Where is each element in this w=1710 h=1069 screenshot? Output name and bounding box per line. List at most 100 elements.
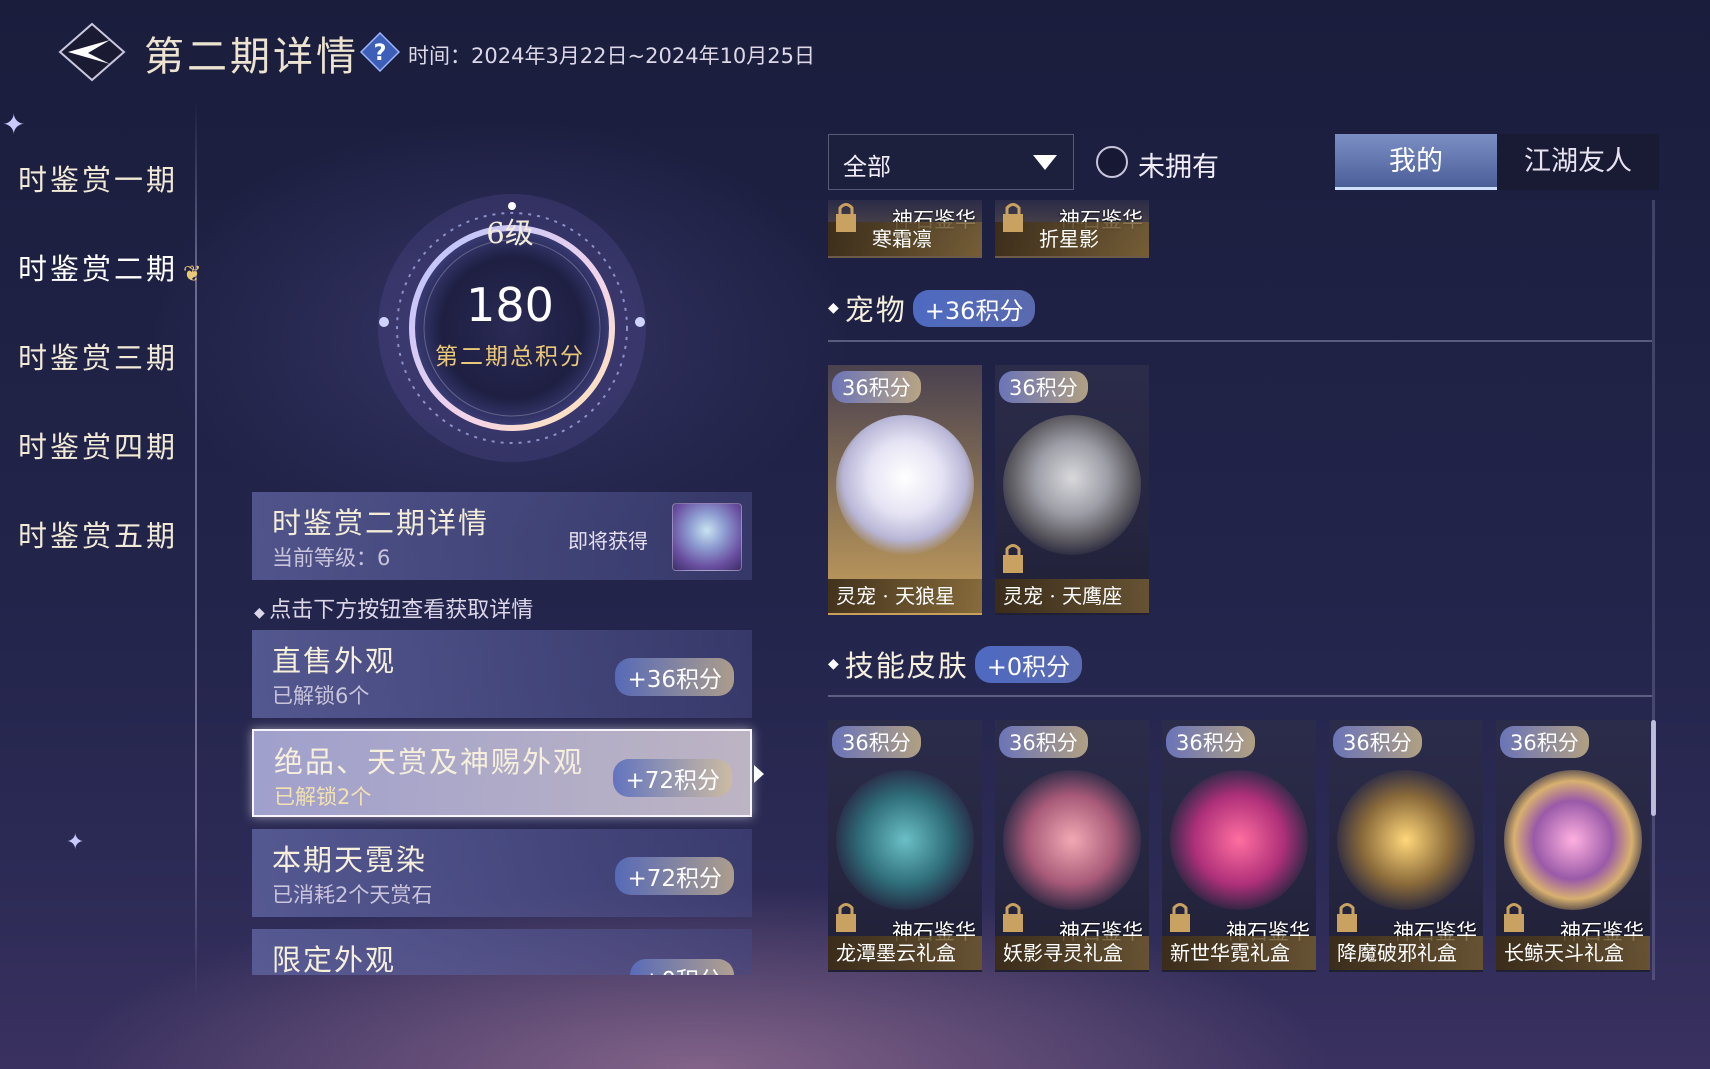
tab-friends[interactable]: 江湖友人 bbox=[1497, 134, 1659, 190]
card-name: 龙潭墨云礼盒 bbox=[828, 936, 982, 970]
section-title: 技能皮肤 bbox=[844, 649, 969, 683]
card-name: 灵宠 · 天鹰座 bbox=[995, 579, 1149, 613]
lock-icon bbox=[836, 203, 856, 232]
diamond-bullet-icon: ◆ bbox=[828, 300, 839, 316]
lock-icon bbox=[1003, 203, 1023, 232]
card-name: 降魔破邪礼盒 bbox=[1329, 936, 1483, 970]
filter-dropdown-value: 全部 bbox=[843, 153, 891, 181]
sidebar-item-label: 时鉴赏二期 bbox=[18, 252, 179, 286]
category-points: +72积分 bbox=[613, 759, 732, 797]
sidebar-item-label: 时鉴赏一期 bbox=[18, 163, 179, 197]
section-points: +0积分 bbox=[974, 645, 1083, 683]
skin-card[interactable]: 36积分 神石鉴华 龙潭墨云礼盒 bbox=[828, 720, 982, 972]
help-icon[interactable]: ? bbox=[359, 31, 401, 73]
points-badge: 36积分 bbox=[1166, 726, 1255, 758]
section-header-skill-skins: ◆ 技能皮肤 +0积分 bbox=[828, 643, 1083, 685]
sidebar-item-period-3[interactable]: 时鉴赏三期 bbox=[0, 338, 195, 427]
points-badge: 36积分 bbox=[1333, 726, 1422, 758]
pet-card[interactable]: 36积分 灵宠 · 天狼星 bbox=[828, 365, 982, 615]
skin-art bbox=[1337, 770, 1475, 910]
category-premium-appearance[interactable]: 绝品、天赏及神赐外观 已解锁2个 +72积分 bbox=[252, 729, 752, 817]
points-badge: 36积分 bbox=[999, 726, 1088, 758]
points-badge: 36积分 bbox=[832, 726, 921, 758]
pet-white-fox-art bbox=[836, 415, 974, 555]
lock-icon bbox=[1504, 903, 1524, 932]
period-detail-title: 时鉴赏二期详情 bbox=[272, 506, 490, 540]
hint-text: ◆ 点击下方按钮查看获取详情 bbox=[254, 592, 533, 624]
total-score: 180 bbox=[466, 278, 554, 332]
lock-icon bbox=[1003, 544, 1023, 573]
skin-card[interactable]: 36积分 神石鉴华 妖影寻灵礼盒 bbox=[995, 720, 1149, 972]
level-label: 6级 bbox=[486, 216, 534, 250]
filter-dropdown[interactable]: 全部 bbox=[828, 134, 1074, 190]
not-owned-radio[interactable] bbox=[1096, 146, 1128, 178]
card-name: 妖影寻灵礼盒 bbox=[995, 936, 1149, 970]
lock-icon bbox=[836, 903, 856, 932]
appearance-card[interactable]: 神石鉴华 寒霜凛 bbox=[828, 200, 982, 258]
category-subtitle: 已解锁2个 bbox=[274, 785, 372, 809]
card-name: 新世华霓礼盒 bbox=[1162, 936, 1316, 970]
points-badge: 36积分 bbox=[1500, 726, 1589, 758]
category-title: 本期天霓染 bbox=[272, 843, 428, 877]
selected-arrow-icon bbox=[754, 765, 764, 783]
category-direct-sale[interactable]: 直售外观 已解锁6个 +36积分 bbox=[252, 630, 752, 718]
sidebar-item-period-2[interactable]: 时鉴赏二期 ❦ bbox=[0, 249, 201, 338]
appearance-card[interactable]: 神石鉴华 折星影 bbox=[995, 200, 1149, 258]
category-subtitle: 已消耗2个天赏石 bbox=[272, 883, 433, 907]
category-points: +72积分 bbox=[615, 857, 734, 895]
sidebar-item-period-5[interactable]: 时鉴赏五期 bbox=[0, 516, 195, 605]
time-value: 2024年3月22日~2024年10月25日 bbox=[471, 44, 816, 68]
back-arrow-icon bbox=[58, 22, 126, 82]
section-header-pets: ◆ 宠物 +36积分 bbox=[828, 287, 1036, 329]
tab-mine[interactable]: 我的 bbox=[1335, 134, 1497, 190]
category-subtitle: 已解锁6个 bbox=[272, 684, 370, 708]
category-points: +36积分 bbox=[615, 658, 734, 696]
sidebar-item-label: 时鉴赏四期 bbox=[18, 430, 179, 464]
section-divider bbox=[828, 695, 1652, 697]
sidebar: 时鉴赏一期 时鉴赏二期 ❦ 时鉴赏三期 时鉴赏四期 时鉴赏五期 bbox=[0, 160, 201, 605]
skin-card[interactable]: 36积分 神石鉴华 长鲸天斗礼盒 bbox=[1496, 720, 1650, 972]
diamond-bullet-icon: ◆ bbox=[254, 605, 270, 621]
sidebar-divider bbox=[195, 100, 197, 1000]
skin-art bbox=[1003, 770, 1141, 910]
dropdown-arrow-icon bbox=[1033, 155, 1057, 170]
not-owned-label: 未拥有 bbox=[1138, 152, 1219, 183]
category-dye[interactable]: 本期天霓染 已消耗2个天赏石 +72积分 bbox=[252, 829, 752, 917]
section-divider bbox=[828, 340, 1652, 342]
back-button[interactable] bbox=[58, 22, 126, 82]
active-marker-icon: ❦ bbox=[183, 262, 205, 287]
svg-text:?: ? bbox=[374, 41, 387, 66]
points-badge: 36积分 bbox=[999, 371, 1088, 403]
pet-eagle-art bbox=[1003, 415, 1141, 555]
sparkle-icon: ✦ bbox=[66, 830, 85, 855]
skin-art bbox=[836, 770, 974, 910]
category-points: +0积分 bbox=[630, 959, 734, 975]
lock-icon bbox=[1337, 903, 1357, 932]
category-title: 限定外观 bbox=[272, 943, 397, 975]
section-title: 宠物 bbox=[844, 293, 907, 327]
sidebar-item-period-1[interactable]: 时鉴赏一期 bbox=[0, 160, 195, 249]
points-badge: 36积分 bbox=[832, 371, 921, 403]
skin-card[interactable]: 36积分 神石鉴华 降魔破邪礼盒 bbox=[1329, 720, 1483, 972]
category-title: 直售外观 bbox=[272, 644, 397, 678]
lock-icon bbox=[1170, 903, 1190, 932]
category-title: 绝品、天赏及神赐外观 bbox=[274, 745, 585, 779]
pet-card[interactable]: 36积分 灵宠 · 天鹰座 bbox=[995, 365, 1149, 615]
total-score-label: 第二期总积分 bbox=[435, 344, 585, 370]
scrollbar-thumb[interactable] bbox=[1651, 720, 1656, 816]
sidebar-item-label: 时鉴赏三期 bbox=[18, 341, 179, 375]
diamond-bullet-icon: ◆ bbox=[828, 656, 839, 672]
upcoming-reward-thumbnail[interactable] bbox=[672, 503, 742, 571]
skin-art bbox=[1504, 770, 1642, 910]
time-range: 时间：2024年3月22日~2024年10月25日 bbox=[408, 40, 815, 70]
skin-art bbox=[1170, 770, 1308, 910]
time-label: 时间： bbox=[408, 44, 471, 68]
category-limited[interactable]: 限定外观 +0积分 bbox=[252, 929, 752, 975]
scrollbar-track[interactable] bbox=[1652, 200, 1655, 980]
sidebar-item-label: 时鉴赏五期 bbox=[18, 519, 179, 553]
sidebar-item-period-4[interactable]: 时鉴赏四期 bbox=[0, 427, 195, 516]
upcoming-reward-label: 即将获得 bbox=[568, 529, 648, 553]
current-level: 当前等级：6 bbox=[272, 546, 391, 570]
skin-card[interactable]: 36积分 神石鉴华 新世华霓礼盒 bbox=[1162, 720, 1316, 972]
page-title: 第二期详情 bbox=[144, 34, 359, 80]
